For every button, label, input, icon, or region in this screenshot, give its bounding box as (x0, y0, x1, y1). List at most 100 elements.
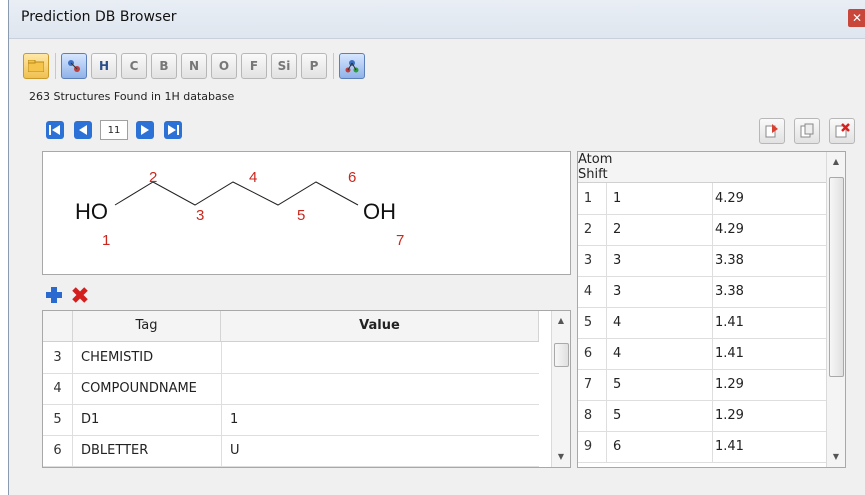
atom-cell[interactable]: 6 (606, 431, 712, 462)
element-c-label: C (129, 59, 139, 73)
value-cell[interactable] (221, 373, 539, 404)
shift-cell[interactable]: 3.38 (712, 245, 828, 276)
first-record-button[interactable] (44, 119, 66, 141)
row-number: 6 (583, 346, 593, 361)
atom-cell[interactable]: 1 (606, 183, 712, 214)
shift-column-header[interactable]: Shift (578, 167, 694, 182)
scroll-up-icon[interactable]: ▲ (552, 313, 570, 329)
tag-table-header: Tag Value (43, 311, 539, 342)
shift-cell[interactable]: 1.29 (712, 400, 828, 431)
close-icon: ✕ (851, 11, 863, 25)
value-cell[interactable]: U (221, 435, 539, 466)
close-button[interactable]: ✕ (848, 9, 865, 27)
scroll-down-icon[interactable]: ▼ (827, 449, 845, 465)
record-number-input[interactable]: 11 (100, 120, 128, 140)
value-cell[interactable]: 1 (221, 404, 539, 435)
plus-icon (46, 287, 62, 303)
atom-number-label: 7 (396, 232, 404, 249)
table-row[interactable]: 3 CHEMISTID (43, 342, 539, 374)
molecule-drawing: HO OH 1 2 3 4 5 6 7 (75, 169, 404, 249)
element-o-label: O (218, 59, 230, 73)
row-number: 6 (43, 435, 73, 466)
toolbar-separator (55, 53, 56, 79)
next-record-button[interactable] (134, 119, 156, 141)
atom-number-label: 3 (196, 207, 204, 224)
element-h-label: H (98, 59, 110, 73)
shift-cell[interactable]: 1.41 (712, 307, 828, 338)
tag-cell[interactable]: D1 (81, 404, 221, 435)
scrollbar-thumb[interactable] (554, 343, 569, 367)
main-toolbar: H C B N O F Si P (23, 50, 369, 82)
delete-tag-button[interactable] (70, 285, 90, 305)
row-number: 3 (43, 342, 73, 373)
atom-cell[interactable]: 4 (606, 338, 712, 369)
row-number: 1 (583, 191, 593, 206)
element-si-button[interactable]: Si (271, 53, 297, 79)
value-cell[interactable] (221, 342, 539, 373)
table-row[interactable]: 4 COMPOUNDNAME (43, 373, 539, 405)
previous-icon (74, 121, 92, 139)
last-record-button[interactable] (162, 119, 184, 141)
element-f-button[interactable]: F (241, 53, 267, 79)
atom-number-label: 5 (297, 207, 305, 224)
molecule-icon (68, 60, 80, 72)
element-c-button[interactable]: C (121, 53, 147, 79)
atom-number-label: 1 (102, 232, 110, 249)
shift-cell[interactable]: 1.41 (712, 431, 828, 462)
tag-edit-tools (44, 285, 96, 305)
atom-cell[interactable]: 5 (606, 369, 712, 400)
shift-cell[interactable]: 3.38 (712, 276, 828, 307)
element-b-label: B (159, 59, 169, 73)
atom-cell[interactable]: 3 (606, 276, 712, 307)
shift-cell[interactable]: 4.29 (712, 214, 828, 245)
atom-structure-button[interactable] (61, 53, 87, 79)
scrollbar-thumb[interactable] (829, 177, 844, 377)
element-o-button[interactable]: O (211, 53, 237, 79)
last-icon (164, 121, 182, 139)
previous-record-button[interactable] (72, 119, 94, 141)
shift-cell[interactable]: 1.29 (712, 369, 828, 400)
copy-record-button[interactable] (794, 118, 820, 144)
tag-cell[interactable]: CHEMISTID (81, 342, 221, 373)
prediction-db-browser-window: Prediction DB Browser ✕ H C B N O F Si P… (8, 0, 865, 495)
table-row[interactable]: 5 D1 1 (43, 404, 539, 436)
tag-column-header[interactable]: Tag (73, 311, 221, 341)
export-record-button[interactable] (759, 118, 785, 144)
shift-table-scrollbar[interactable]: ▲ ▼ (826, 152, 845, 467)
folder-icon (28, 60, 44, 72)
table-row[interactable]: 6 4 1.41 (578, 338, 828, 370)
delete-record-button[interactable] (829, 118, 855, 144)
database-structure-button[interactable] (339, 53, 365, 79)
tag-table-scrollbar[interactable]: ▲ ▼ (551, 311, 570, 467)
element-p-button[interactable]: P (301, 53, 327, 79)
element-h-button[interactable]: H (91, 53, 117, 79)
tag-cell[interactable]: DBLETTER (81, 435, 221, 466)
table-row[interactable]: 5 4 1.41 (578, 307, 828, 339)
table-row[interactable]: 4 3 3.38 (578, 276, 828, 308)
element-b-button[interactable]: B (151, 53, 177, 79)
table-row[interactable]: 8 5 1.29 (578, 400, 828, 432)
element-si-label: Si (277, 59, 291, 73)
table-row[interactable]: 6 DBLETTER U (43, 435, 539, 467)
table-row[interactable]: 9 6 1.41 (578, 431, 828, 463)
atom-cell[interactable]: 5 (606, 400, 712, 431)
atom-cell[interactable]: 2 (606, 214, 712, 245)
row-number: 2 (583, 222, 593, 237)
row-number: 8 (583, 408, 593, 423)
table-row[interactable]: 2 2 4.29 (578, 214, 828, 246)
element-n-button[interactable]: N (181, 53, 207, 79)
value-column-header[interactable]: Value (221, 311, 539, 341)
table-row[interactable]: 1 1 4.29 (578, 183, 828, 215)
scroll-down-icon[interactable]: ▼ (552, 449, 570, 465)
atom-cell[interactable]: 4 (606, 307, 712, 338)
atom-column-header[interactable]: Atom (578, 152, 684, 167)
tag-cell[interactable]: COMPOUNDNAME (81, 373, 221, 404)
shift-cell[interactable]: 4.29 (712, 183, 828, 214)
atom-cell[interactable]: 3 (606, 245, 712, 276)
table-row[interactable]: 3 3 3.38 (578, 245, 828, 277)
scroll-up-icon[interactable]: ▲ (827, 154, 845, 170)
table-row[interactable]: 7 5 1.29 (578, 369, 828, 401)
open-folder-button[interactable] (23, 53, 49, 79)
add-tag-button[interactable] (44, 285, 64, 305)
shift-cell[interactable]: 1.41 (712, 338, 828, 369)
